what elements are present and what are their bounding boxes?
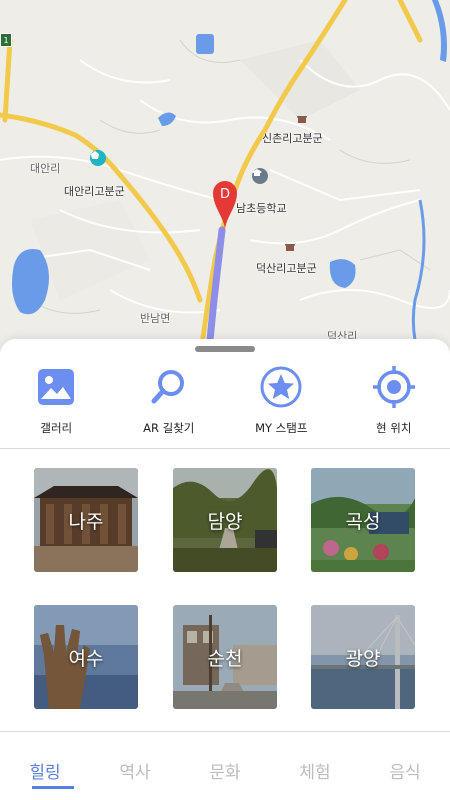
active-tab-indicator [32, 786, 74, 789]
sheet-drag-handle[interactable] [195, 346, 255, 352]
search-icon [146, 364, 192, 410]
map-label-daeanri: 대안리 [30, 162, 61, 175]
ar-navigation-button[interactable]: AR 길찾기 [113, 364, 226, 449]
landmark-poi-icon [297, 116, 307, 123]
category-tabs: 힐링 역사 문화 체험 음식 [0, 746, 450, 800]
region-label-yeosu: 여수 [68, 647, 104, 670]
current-location-button[interactable]: 현 위치 [338, 364, 450, 449]
current-location-label: 현 위치 [376, 421, 412, 435]
region-label-gokseong: 곡성 [345, 510, 381, 533]
region-label-naju: 나주 [68, 510, 104, 533]
tourist-poi-icon[interactable] [90, 150, 106, 166]
region-label-suncheon: 순천 [207, 647, 243, 670]
tab-label: 힐링 [29, 763, 61, 783]
quick-actions-row: 갤러리 AR 길찾기 MY 스탬프 현 위치 [0, 364, 450, 449]
region-tile-yeosu[interactable]: 여수 [34, 605, 138, 709]
tab-healing[interactable]: 힐링 [0, 746, 90, 800]
map-label-daeanri-tombs: 대안리고분군 [64, 185, 125, 198]
divider [0, 448, 450, 449]
map-label-bannam: 반남면 [140, 312, 171, 325]
route-number-badge: 1 [0, 33, 12, 47]
map-label-sinchonri-tombs: 신촌리고분군 [262, 132, 323, 145]
map-view[interactable]: 1 대안리 대안리고분군 신촌리고분군 남초등학교 덕산리고분군 반남면 덕산리… [0, 0, 450, 360]
region-tile-gokseong[interactable]: 곡성 [311, 468, 415, 572]
gallery-button[interactable]: 갤러리 [0, 364, 113, 449]
region-label-damyang: 담양 [207, 510, 243, 533]
marker-letter: D [220, 187, 230, 202]
landmark-poi-icon [285, 244, 295, 251]
tab-label: 체험 [299, 763, 331, 783]
map-label-deoksanri-tombs: 덕산리고분군 [256, 262, 317, 275]
tab-label: 역사 [119, 763, 151, 783]
gallery-label: 갤러리 [40, 421, 73, 435]
tab-history[interactable]: 역사 [90, 746, 180, 800]
tab-experience[interactable]: 체험 [270, 746, 360, 800]
tab-label: 음식 [389, 763, 421, 783]
divider [0, 731, 450, 732]
ar-navigation-label: AR 길찾기 [143, 421, 195, 435]
location-target-icon [371, 364, 417, 410]
tab-label: 문화 [209, 763, 241, 783]
my-stamp-label: MY 스탬프 [255, 421, 308, 435]
destination-marker[interactable]: D [211, 177, 239, 239]
my-stamp-button[interactable]: MY 스탬프 [225, 364, 338, 449]
region-tile-suncheon[interactable]: 순천 [173, 605, 277, 709]
region-tile-gwangyang[interactable]: 광양 [311, 605, 415, 709]
tab-food[interactable]: 음식 [360, 746, 450, 800]
region-label-gwangyang: 광양 [345, 647, 381, 670]
school-poi-icon[interactable] [252, 168, 268, 184]
tab-culture[interactable]: 문화 [180, 746, 270, 800]
region-tile-naju[interactable]: 나주 [34, 468, 138, 572]
gallery-icon [33, 364, 79, 410]
map-label-school: 남초등학교 [236, 202, 287, 215]
region-tile-damyang[interactable]: 담양 [173, 468, 277, 572]
star-stamp-icon [258, 364, 304, 410]
bottom-sheet: 갤러리 AR 길찾기 MY 스탬프 현 위치 나주 담양 곡성 여수 순천 광양… [0, 339, 450, 800]
